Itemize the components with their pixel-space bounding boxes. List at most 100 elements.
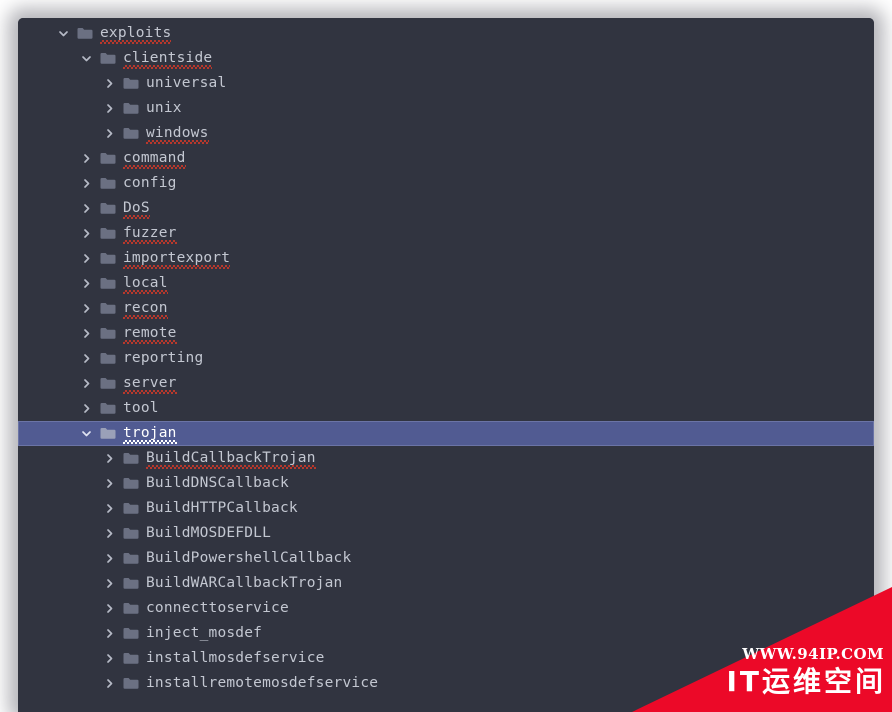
tree-row-label: trojan xyxy=(119,421,177,446)
tree-row[interactable]: command xyxy=(18,146,874,171)
tree-row-label: unix xyxy=(146,100,182,116)
tree-row[interactable]: importexport xyxy=(18,246,874,271)
tree-row[interactable]: recon xyxy=(18,296,874,321)
tree-row[interactable]: clientside xyxy=(18,46,874,71)
chevron-right-icon[interactable] xyxy=(75,271,97,296)
folder-icon xyxy=(120,96,142,121)
folder-icon xyxy=(120,621,142,646)
tree-row-label: installmosdefservice xyxy=(146,650,325,666)
tree-row-label: BuildCallbackTrojan xyxy=(142,446,316,471)
chevron-right-icon[interactable] xyxy=(75,146,97,171)
tree-row-label: BuildWARCallbackTrojan xyxy=(146,575,343,591)
tree-row[interactable]: inject_mosdef xyxy=(18,621,874,646)
chevron-right-icon[interactable] xyxy=(98,671,120,696)
chevron-right-icon[interactable] xyxy=(98,521,120,546)
tree-row[interactable]: BuildCallbackTrojan xyxy=(18,446,874,471)
tree-row[interactable]: local xyxy=(18,271,874,296)
chevron-right-icon[interactable] xyxy=(98,121,120,146)
chevron-right-icon[interactable] xyxy=(75,221,97,246)
tree-row[interactable]: installremotemosdefservice xyxy=(18,671,874,696)
tree-row-label: inject_mosdef xyxy=(146,625,263,641)
tree-row-label: DoS xyxy=(119,196,150,221)
tree-row-label: config xyxy=(123,175,177,191)
tree-row[interactable]: BuildHTTPCallback xyxy=(18,496,874,521)
chevron-right-icon[interactable] xyxy=(98,71,120,96)
tree-row[interactable]: DoS xyxy=(18,196,874,221)
tree-row-label: connecttoservice xyxy=(146,600,289,616)
folder-icon xyxy=(120,71,142,96)
tree-row[interactable]: remote xyxy=(18,321,874,346)
tree-row-label: BuildDNSCallback xyxy=(146,475,289,491)
folder-icon xyxy=(97,296,119,321)
tree-row[interactable]: BuildPowershellCallback xyxy=(18,546,874,571)
tree-row[interactable]: windows xyxy=(18,121,874,146)
chevron-right-icon[interactable] xyxy=(98,471,120,496)
tree-row-label: local xyxy=(119,271,168,296)
chevron-right-icon[interactable] xyxy=(98,446,120,471)
chevron-down-icon[interactable] xyxy=(52,21,74,46)
folder-icon xyxy=(97,396,119,421)
tree-row[interactable]: config xyxy=(18,171,874,196)
chevron-right-icon[interactable] xyxy=(98,571,120,596)
chevron-right-icon[interactable] xyxy=(75,346,97,371)
folder-icon xyxy=(74,21,96,46)
tree-row-label: exploits xyxy=(96,21,172,46)
file-tree-panel[interactable]: exploits clientside universal unix windows co… xyxy=(18,18,874,712)
chevron-right-icon[interactable] xyxy=(98,596,120,621)
folder-icon xyxy=(120,121,142,146)
tree-row[interactable]: reporting xyxy=(18,346,874,371)
chevron-right-icon[interactable] xyxy=(75,371,97,396)
tree-row[interactable]: BuildMOSDEFDLL xyxy=(18,521,874,546)
tree-row-label: BuildHTTPCallback xyxy=(146,500,298,516)
tree-row-label: universal xyxy=(146,75,227,91)
folder-icon xyxy=(120,446,142,471)
tree-row-label: remote xyxy=(119,321,177,346)
file-tree[interactable]: exploits clientside universal unix windows co… xyxy=(18,21,874,696)
chevron-right-icon[interactable] xyxy=(98,646,120,671)
folder-icon xyxy=(120,596,142,621)
tree-row-label: reporting xyxy=(123,350,204,366)
tree-row-label: installremotemosdefservice xyxy=(146,675,379,691)
tree-row[interactable]: BuildDNSCallback xyxy=(18,471,874,496)
tree-row[interactable]: universal xyxy=(18,71,874,96)
folder-icon xyxy=(120,471,142,496)
tree-row-label: BuildPowershellCallback xyxy=(146,550,352,566)
folder-icon xyxy=(97,321,119,346)
chevron-down-icon[interactable] xyxy=(75,46,97,71)
chevron-right-icon[interactable] xyxy=(75,171,97,196)
tree-row-label: tool xyxy=(123,400,159,416)
tree-row-label: server xyxy=(119,371,177,396)
tree-row[interactable]: exploits xyxy=(18,21,874,46)
tree-row[interactable]: unix xyxy=(18,96,874,121)
chevron-right-icon[interactable] xyxy=(98,496,120,521)
tree-row-label: command xyxy=(119,146,186,171)
folder-icon xyxy=(97,271,119,296)
chevron-down-icon[interactable] xyxy=(75,421,97,446)
folder-icon xyxy=(97,346,119,371)
tree-row[interactable]: tool xyxy=(18,396,874,421)
folder-icon xyxy=(120,571,142,596)
tree-row-label: windows xyxy=(142,121,209,146)
chevron-right-icon[interactable] xyxy=(98,96,120,121)
tree-row[interactable]: fuzzer xyxy=(18,221,874,246)
chevron-right-icon[interactable] xyxy=(75,321,97,346)
chevron-right-icon[interactable] xyxy=(98,621,120,646)
chevron-right-icon[interactable] xyxy=(75,296,97,321)
tree-row[interactable]: server xyxy=(18,371,874,396)
chevron-right-icon[interactable] xyxy=(75,196,97,221)
chevron-right-icon[interactable] xyxy=(75,396,97,421)
folder-icon xyxy=(120,546,142,571)
folder-icon xyxy=(97,371,119,396)
folder-icon xyxy=(97,246,119,271)
tree-row[interactable]: trojan xyxy=(18,421,874,446)
folder-icon xyxy=(120,521,142,546)
tree-row-label: clientside xyxy=(119,46,213,71)
tree-row[interactable]: installmosdefservice xyxy=(18,646,874,671)
tree-row[interactable]: BuildWARCallbackTrojan xyxy=(18,571,874,596)
tree-row[interactable]: connecttoservice xyxy=(18,596,874,621)
tree-row-label: BuildMOSDEFDLL xyxy=(146,525,272,541)
chevron-right-icon[interactable] xyxy=(98,546,120,571)
folder-icon xyxy=(97,146,119,171)
chevron-right-icon[interactable] xyxy=(75,246,97,271)
folder-icon xyxy=(120,671,142,696)
